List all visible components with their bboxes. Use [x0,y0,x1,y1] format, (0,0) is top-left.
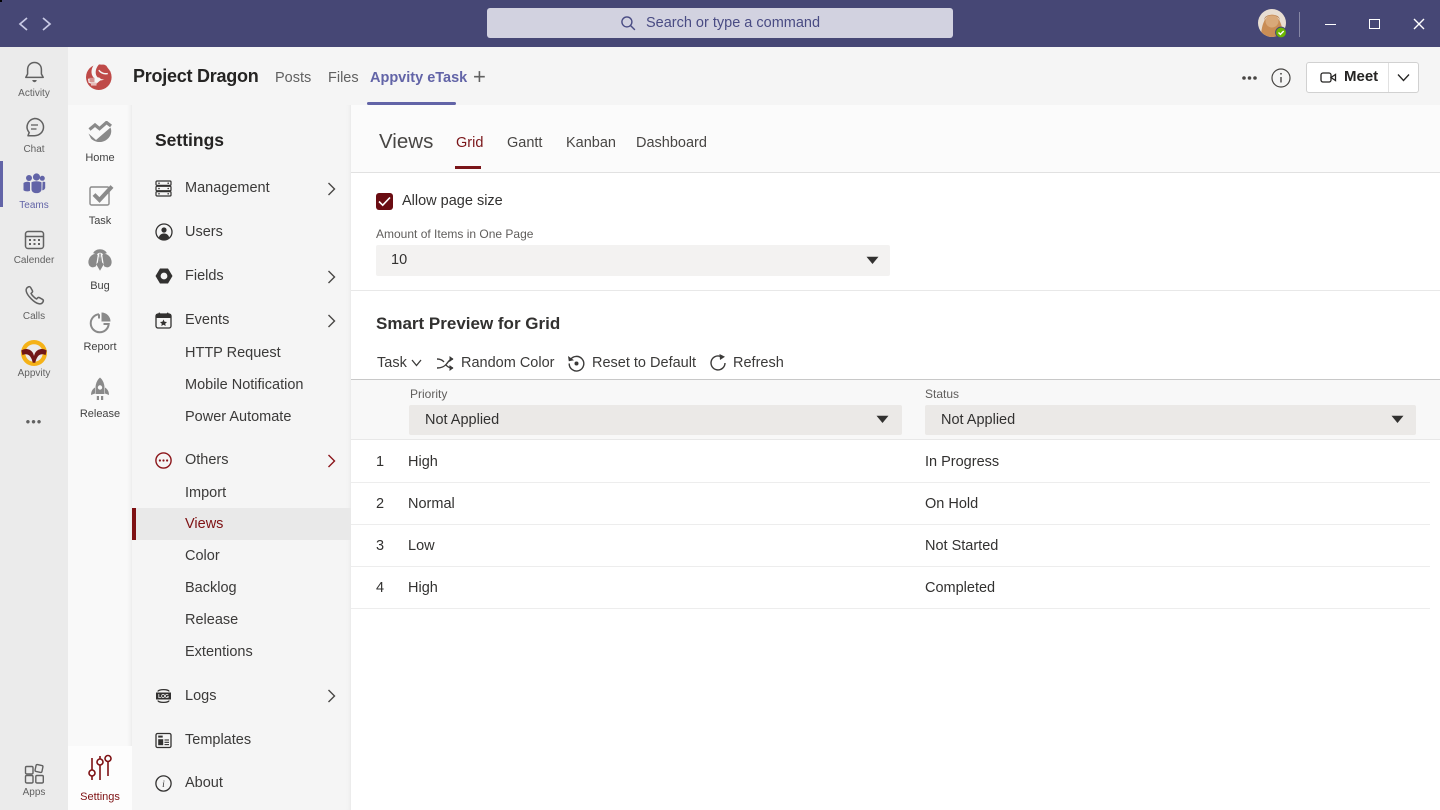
svg-text:i: i [162,780,165,790]
svg-text:LOG: LOG [158,694,169,700]
